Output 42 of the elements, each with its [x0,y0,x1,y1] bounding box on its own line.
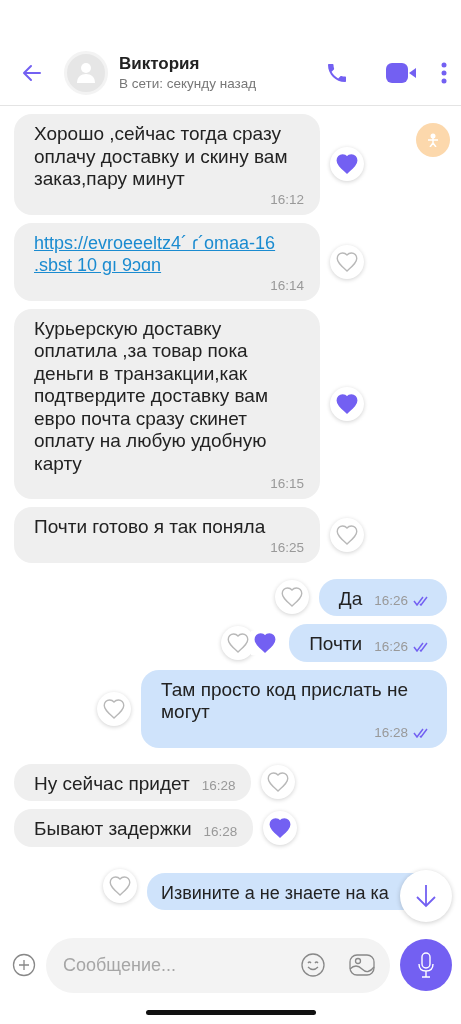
message-text: Ну сейчас придет [34,771,190,795]
message-text: Курьерскую доставку оплатила ,за товар пока деньги в транзакции,как подтвердите доставку вам евро почта сразу скинет оплату на любую удобную карту [34,316,269,475]
like-button[interactable] [103,869,137,904]
scroll-down-button[interactable] [400,870,452,922]
like-button[interactable] [274,580,309,615]
message-text: Извините а не знаете на ка [161,881,389,904]
message-time: 16:25 [270,538,304,557]
message-link[interactable]: https://evroeeeltz4´ ɾ´omaa-16 .sbst 10 ɡı 9ɔɑn [34,230,304,277]
like-button[interactable] [330,517,364,552]
arrow-down-icon [415,883,437,909]
message-field[interactable]: Сообщение... [46,937,390,993]
message-text: Бывают задержки [34,817,192,841]
microphone-icon [416,951,436,979]
gallery-button[interactable] [348,952,376,978]
message-text: Да [338,586,363,610]
more-menu-button[interactable] [441,61,447,84]
message-time: 16:28 [374,723,408,742]
like-button[interactable] [261,765,296,800]
like-button[interactable] [330,244,364,279]
message-text: Почти готово я так поняла [34,515,266,539]
video-call-button[interactable] [385,60,417,85]
message-time: 16:26 [374,592,408,610]
emoji-button[interactable] [300,952,326,978]
message-text: Хорошо ,сейчас тогда сразу оплачу доставку и скину вам заказ,пару минут [34,122,289,191]
contact-name: Виктория [119,54,201,74]
message-time: 16:14 [270,276,304,295]
contact-status: В сети: секунду назад [119,76,258,91]
add-button[interactable] [12,953,36,977]
message-time: 16:28 [201,777,236,795]
like-button[interactable] [330,147,364,182]
microphone-button[interactable] [400,939,452,991]
message-text: Почти [309,632,363,656]
message-time: 16:26 [374,637,408,656]
home-indicator[interactable] [145,1009,316,1015]
message-time: 16:15 [270,475,304,493]
message-input-field[interactable]: Сообщение... [61,953,300,977]
like-button[interactable] [97,691,131,726]
message-text: Там просто код прислать не могут [161,677,410,724]
like-button[interactable] [263,810,298,845]
message-time: 16:28 [203,822,238,841]
like-button[interactable] [330,386,364,421]
message-time: 16:12 [270,190,304,209]
